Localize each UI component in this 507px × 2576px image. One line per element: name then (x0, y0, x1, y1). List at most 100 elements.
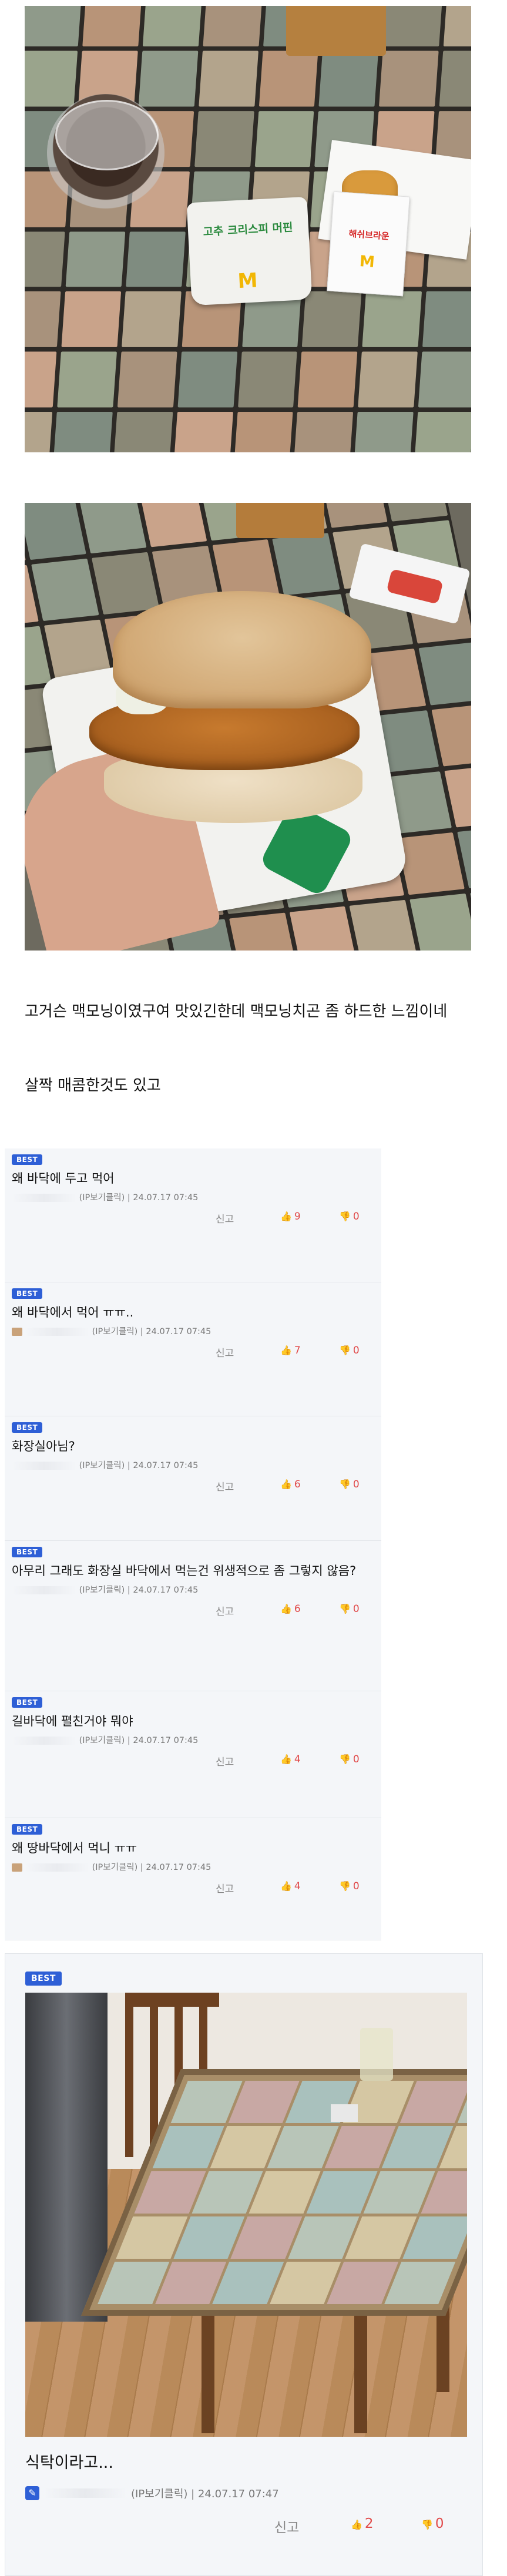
comment-item: BEST 왜 바닥에서 먹어 ㅠㅠ.. (IP보기클릭) | 24.07.17 … (5, 1282, 381, 1416)
thumbs-down-icon: 👎 (339, 1345, 351, 1356)
comment-item: BEST 길바닥에 펼친거야 뭐야 (IP보기클릭) | 24.07.17 07… (5, 1691, 381, 1818)
comment-item: BEST 화장실아님? (IP보기클릭) | 24.07.17 07:45 신고… (5, 1416, 381, 1541)
upvote-count: 4 (294, 1754, 301, 1765)
comment-text: 왜 바닥에 두고 먹어 (12, 1171, 115, 1185)
comment-text: 식탁이라고... (25, 2454, 113, 2472)
comment-item-with-photo: BEST 식탁이라고... ✎ (IP보기클릭) | 24.07.17 07:4… (5, 1953, 483, 2576)
tissue (331, 2104, 358, 2122)
upvote-count: 2 (364, 2516, 374, 2531)
author-name[interactable] (12, 1194, 76, 1202)
upvote-count: 6 (294, 1479, 301, 1490)
thumbs-down-icon: 👎 (421, 2519, 433, 2530)
comment-item: BEST 아무리 그래도 화장실 바닥에서 먹는건 위생적으로 좀 그렇지 않음… (5, 1541, 381, 1691)
sleeve-label: 해쉬브라운 (348, 228, 390, 242)
upvote-count: 4 (294, 1880, 301, 1892)
avatar (12, 1328, 22, 1336)
comment-actions: 신고 👍 7 👎 0 (12, 1345, 374, 1359)
paper-bag (286, 6, 386, 56)
report-button[interactable]: 신고 (216, 1345, 280, 1359)
best-comments-list: BEST 왜 바닥에 두고 먹어 (IP보기클릭) | 24.07.17 07:… (5, 1148, 381, 1940)
upvote-button[interactable]: 👍 4 (280, 1754, 339, 1768)
comment-item: BEST 왜 땅바닥에서 먹니 ㅠㅠ (IP보기클릭) | 24.07.17 0… (5, 1818, 381, 1940)
downvote-button[interactable]: 👎 0 (339, 1345, 374, 1359)
thumbs-up-icon: 👍 (351, 2519, 362, 2530)
thumbs-down-icon: 👎 (339, 1479, 351, 1490)
upvote-button[interactable]: 👍 9 (280, 1211, 339, 1225)
comment-meta: (IP보기클릭) | 24.07.17 07:45 (12, 1862, 374, 1873)
downvote-button[interactable]: 👎 0 (421, 2516, 462, 2536)
comment-meta-text: (IP보기클릭) | 24.07.17 07:47 (131, 2488, 279, 2500)
comment-actions: 신고 👍 6 👎 0 (12, 1479, 374, 1493)
author-name[interactable] (12, 1462, 76, 1470)
report-button[interactable]: 신고 (216, 1754, 280, 1768)
comment-actions: 신고 👍 4 👎 0 (12, 1754, 374, 1768)
comment-meta: (IP보기클릭) | 24.07.17 07:45 (12, 1735, 374, 1747)
report-button[interactable]: 신고 (216, 1211, 280, 1225)
downvote-button[interactable]: 👎 0 (339, 1754, 374, 1768)
downvote-button[interactable]: 👎 0 (339, 1211, 374, 1225)
downvote-count: 0 (352, 1211, 360, 1222)
downvote-count: 0 (352, 1603, 360, 1615)
downvote-count: 0 (352, 1754, 360, 1765)
report-button[interactable]: 신고 (216, 1880, 280, 1895)
best-badge: BEST (12, 1697, 43, 1708)
wrapper-label: 고추 크리스피 머핀 (203, 221, 294, 239)
upvote-count: 9 (294, 1211, 301, 1222)
author-name[interactable] (25, 1863, 89, 1872)
comment-meta-text: (IP보기클릭) | 24.07.17 07:45 (79, 1736, 199, 1745)
comment-meta-text: (IP보기클릭) | 24.07.17 07:45 (79, 1461, 199, 1470)
comment-actions: 신고 👍 2 👎 0 (25, 2516, 462, 2536)
upvote-button[interactable]: 👍 6 (280, 1479, 339, 1493)
comment-actions: 신고 👍 6 👎 0 (12, 1603, 374, 1618)
comment-meta-text: (IP보기클릭) | 24.07.17 07:45 (79, 1193, 199, 1203)
comment-text: 길바닥에 펼친거야 뭐야 (12, 1714, 133, 1728)
downvote-count: 0 (352, 1880, 360, 1892)
upvote-button[interactable]: 👍 6 (280, 1603, 339, 1618)
comment-actions: 신고 👍 4 👎 0 (12, 1880, 374, 1895)
pen-icon: ✎ (25, 2486, 39, 2500)
thumbs-down-icon: 👎 (339, 1603, 351, 1614)
downvote-count: 0 (352, 1345, 360, 1356)
best-badge: BEST (12, 1154, 43, 1165)
hash-brown-sleeve: 해쉬브라운 M (327, 191, 410, 297)
comment-meta: (IP보기클릭) | 24.07.17 07:45 (12, 1460, 374, 1472)
thumbs-up-icon: 👍 (280, 1345, 292, 1356)
best-badge: BEST (12, 1824, 43, 1835)
thumbs-up-icon: 👍 (280, 1211, 292, 1222)
comment-meta: (IP보기클릭) | 24.07.17 07:45 (12, 1584, 374, 1596)
downvote-button[interactable]: 👎 0 (339, 1880, 374, 1895)
comment-item: BEST 왜 바닥에 두고 먹어 (IP보기클릭) | 24.07.17 07:… (5, 1148, 381, 1282)
report-button[interactable]: 신고 (216, 1603, 280, 1618)
comment-photo-dining-table (25, 1993, 467, 2437)
best-badge: BEST (12, 1288, 43, 1299)
upvote-button[interactable]: 👍 4 (280, 1880, 339, 1895)
paper-bag (236, 503, 324, 538)
post-paragraph: 고거슨 맥모닝이였구여 맛있긴한데 맥모닝치곤 좀 하드한 느낌이네 (25, 1003, 448, 1020)
comment-meta: (IP보기클릭) | 24.07.17 07:45 (12, 1326, 374, 1338)
muffin-wrapper: 고추 크리스피 머핀 M (186, 196, 313, 306)
downvote-count: 0 (352, 1479, 360, 1490)
thumbs-down-icon: 👎 (339, 1880, 351, 1892)
thumbs-down-icon: 👎 (339, 1211, 351, 1222)
post-photo-breakfast-on-tiles: 해쉬브라운 M 고추 크리스피 머핀 M (25, 6, 471, 452)
upvote-button[interactable]: 👍 7 (280, 1345, 339, 1359)
avatar (12, 1863, 22, 1872)
thumbs-up-icon: 👍 (280, 1880, 292, 1892)
comment-meta: ✎ (IP보기클릭) | 24.07.17 07:47 (25, 2486, 462, 2501)
thumbs-up-icon: 👍 (280, 1479, 292, 1490)
best-badge: BEST (12, 1547, 43, 1557)
report-button[interactable]: 신고 (274, 2516, 351, 2536)
downvote-button[interactable]: 👎 0 (339, 1479, 374, 1493)
comment-text: 아무리 그래도 화장실 바닥에서 먹는건 위생적으로 좀 그렇지 않음? (12, 1564, 357, 1578)
author-name[interactable] (25, 1328, 89, 1336)
author-name[interactable] (12, 1737, 76, 1745)
thumbs-down-icon: 👎 (339, 1754, 351, 1765)
comment-text: 왜 땅바닥에서 먹니 ㅠㅠ (12, 1841, 137, 1855)
downvote-button[interactable]: 👎 0 (339, 1603, 374, 1618)
report-button[interactable]: 신고 (216, 1479, 280, 1493)
author-name[interactable] (12, 1586, 76, 1594)
author-name[interactable] (44, 2488, 126, 2498)
comment-meta-text: (IP보기클릭) | 24.07.17 07:45 (92, 1863, 211, 1872)
upvote-button[interactable]: 👍 2 (351, 2516, 421, 2536)
cup-lid (55, 100, 159, 170)
